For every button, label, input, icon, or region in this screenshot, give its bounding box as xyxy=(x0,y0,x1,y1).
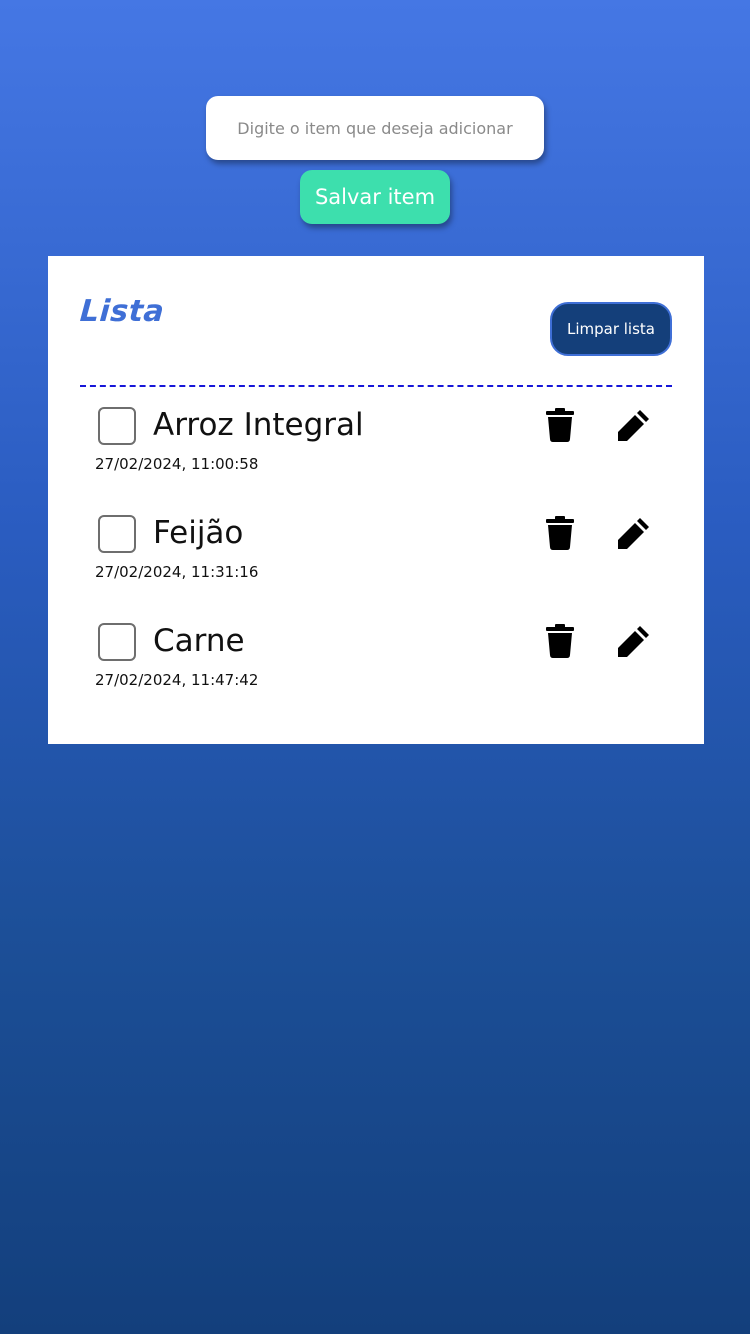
list-item: Arroz Integral 27/02/2024, 11:00:58 xyxy=(80,403,672,503)
item-name: Arroz Integral xyxy=(153,407,364,443)
pencil-icon[interactable] xyxy=(614,513,654,553)
item-timestamp: 27/02/2024, 11:47:42 xyxy=(95,671,259,689)
trash-icon[interactable] xyxy=(540,621,580,661)
item-timestamp: 27/02/2024, 11:31:16 xyxy=(95,563,259,581)
item-timestamp: 27/02/2024, 11:00:58 xyxy=(95,455,259,473)
add-item-form: Salvar item xyxy=(0,96,750,224)
item-checkbox[interactable] xyxy=(98,515,136,553)
pencil-icon[interactable] xyxy=(614,621,654,661)
list-title: Lista xyxy=(78,294,166,329)
list-item: Carne 27/02/2024, 11:47:42 xyxy=(80,619,672,719)
item-input[interactable] xyxy=(206,96,544,160)
save-item-button[interactable]: Salvar item xyxy=(300,170,450,224)
item-name: Feijão xyxy=(153,515,244,551)
clear-list-button[interactable]: Limpar lista xyxy=(550,302,672,356)
trash-icon[interactable] xyxy=(540,405,580,445)
item-name: Carne xyxy=(153,623,245,659)
list-divider xyxy=(80,385,672,387)
pencil-icon[interactable] xyxy=(614,405,654,445)
list-item: Feijão 27/02/2024, 11:31:16 xyxy=(80,511,672,611)
trash-icon[interactable] xyxy=(540,513,580,553)
item-checkbox[interactable] xyxy=(98,623,136,661)
item-checkbox[interactable] xyxy=(98,407,136,445)
